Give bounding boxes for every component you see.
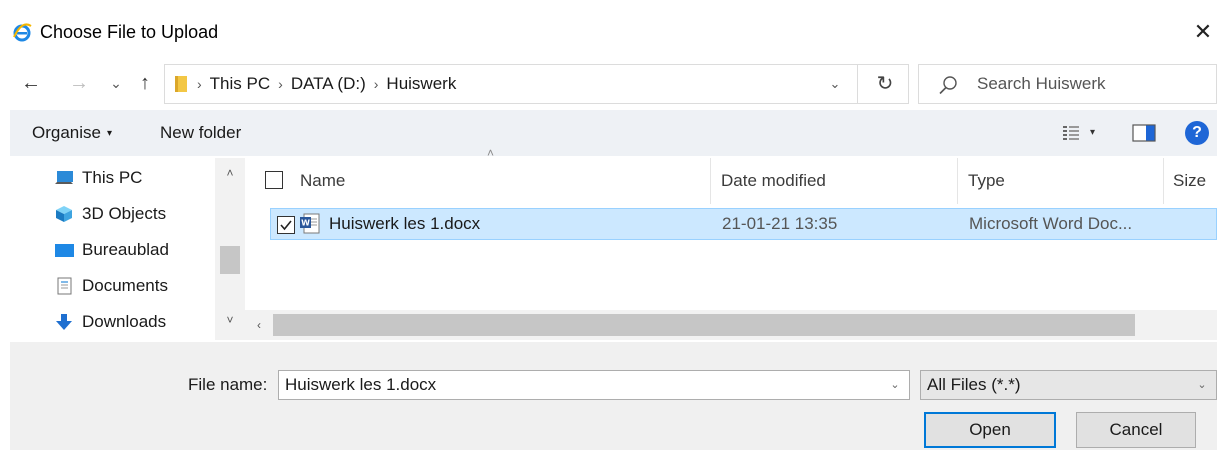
command-toolbar: Organise ▾ New folder ▾ ? (10, 110, 1217, 156)
chevron-down-icon: ▾ (106, 128, 113, 139)
cancel-button[interactable]: Cancel (1076, 412, 1196, 448)
breadcrumb-this-pc[interactable]: This PC (210, 65, 270, 103)
file-name-input[interactable]: Huiswerk les 1.docx ⌄ (278, 370, 910, 400)
preview-pane-icon[interactable] (1132, 124, 1156, 142)
nav-item-documents[interactable]: Documents (10, 268, 215, 304)
navigation-bar: ← → ⌄ ↑ › This PC › DATA (D:) › Huiswerk… (0, 60, 1217, 106)
open-button[interactable]: Open (924, 412, 1056, 448)
nav-item-3d-objects[interactable]: 3D Objects (10, 196, 215, 232)
scroll-thumb[interactable] (220, 246, 240, 274)
search-box[interactable]: Search Huiswerk (918, 64, 1217, 104)
back-button[interactable]: ← (16, 68, 46, 98)
close-button[interactable]: ✕ (1189, 16, 1217, 48)
file-type-filter-value: All Files (*.*) (927, 375, 1021, 394)
downloads-icon (56, 314, 72, 330)
file-name: Huiswerk les 1.docx (329, 214, 481, 233)
folder-icon (175, 76, 187, 92)
window-title: Choose File to Upload (40, 22, 219, 42)
view-options-icon[interactable] (1062, 124, 1080, 142)
row-checkbox[interactable] (277, 216, 295, 234)
forward-button[interactable]: → (64, 68, 94, 98)
file-type-select[interactable]: All Files (*.*) ⌄ (920, 370, 1217, 400)
nav-item-label: This PC (82, 168, 143, 187)
breadcrumb: › This PC › DATA (D:) › Huiswerk (195, 65, 456, 103)
search-input[interactable]: Search Huiswerk (977, 65, 1106, 103)
nav-item-downloads[interactable]: Downloads (10, 304, 215, 340)
sort-ascending-icon: ˄ (487, 146, 495, 160)
new-folder-button[interactable]: New folder (160, 110, 241, 156)
navigation-pane: This PC 3D Objects Bureaublad Documents … (10, 158, 245, 340)
organise-button[interactable]: Organise ▾ (32, 110, 112, 156)
select-all-checkbox[interactable] (265, 171, 283, 189)
search-icon (939, 76, 957, 95)
nav-item-label: Downloads (82, 312, 167, 331)
chevron-down-icon[interactable]: ⌄ (885, 371, 905, 399)
scroll-left-button[interactable]: ‹ (257, 310, 261, 340)
desktop-icon (55, 244, 74, 257)
column-divider[interactable] (1163, 158, 1164, 204)
nav-pane-scrollbar[interactable]: ˄ ˅ (215, 158, 245, 340)
scroll-down-button[interactable]: ˅ (215, 313, 245, 327)
nav-item-bureaublad[interactable]: Bureaublad (10, 232, 215, 268)
title-bar: Choose File to Upload ✕ (0, 10, 1217, 56)
file-list: Name ˄ Date modified Type Size W Huiswer… (245, 146, 1217, 340)
column-header-size[interactable]: Size (1173, 158, 1206, 204)
organise-label: Organise (32, 123, 101, 142)
up-button[interactable]: ↑ (132, 68, 158, 98)
breadcrumb-separator: › (278, 76, 283, 92)
file-date-modified: 21-01-21 13:35 (722, 214, 838, 233)
address-divider (857, 65, 858, 103)
breadcrumb-huiswerk[interactable]: Huiswerk (386, 65, 456, 103)
column-divider[interactable] (710, 158, 711, 204)
breadcrumb-separator: › (197, 76, 202, 92)
3d-objects-icon (56, 206, 72, 222)
address-dropdown-button[interactable]: ⌄ (821, 65, 849, 103)
scroll-thumb[interactable] (273, 314, 1135, 336)
nav-item-label: Bureaublad (82, 240, 169, 259)
documents-icon (57, 277, 72, 295)
this-pc-icon (55, 171, 73, 184)
nav-item-label: 3D Objects (82, 204, 167, 223)
column-divider[interactable] (957, 158, 958, 204)
column-header-name[interactable]: Name (300, 158, 345, 204)
file-row[interactable]: W Huiswerk les 1.docx 21-01-21 13:35 Mic… (270, 208, 1217, 240)
horizontal-scrollbar[interactable]: ‹ (245, 310, 1217, 340)
nav-item-label: Documents (82, 276, 168, 295)
dialog-footer: File name: Huiswerk les 1.docx ⌄ All Fil… (10, 342, 1217, 450)
nav-item-this-pc[interactable]: This PC (10, 160, 215, 196)
scroll-up-button[interactable]: ˄ (215, 166, 245, 180)
address-bar[interactable]: › This PC › DATA (D:) › Huiswerk ⌄ ↻ (164, 64, 909, 104)
word-document-icon: W (300, 213, 320, 234)
refresh-button[interactable]: ↻ (865, 65, 905, 103)
file-name-value[interactable]: Huiswerk les 1.docx (285, 371, 436, 399)
help-button[interactable]: ? (1185, 121, 1209, 145)
recent-locations-button[interactable]: ⌄ (104, 68, 128, 98)
chevron-down-icon[interactable]: ⌄ (1192, 371, 1212, 399)
checkmark-icon (280, 220, 292, 231)
column-header-type[interactable]: Type (968, 158, 1005, 204)
internet-explorer-icon (13, 23, 32, 42)
file-type: Microsoft Word Doc... (969, 214, 1133, 233)
column-header-date-modified[interactable]: Date modified (721, 158, 826, 204)
breadcrumb-separator: › (373, 76, 379, 92)
breadcrumb-data-drive[interactable]: DATA (D:) (291, 65, 366, 103)
file-name-label: File name: (188, 375, 268, 394)
svg-text:W: W (301, 219, 310, 228)
view-options-dropdown-icon[interactable]: ▾ (1090, 110, 1095, 156)
